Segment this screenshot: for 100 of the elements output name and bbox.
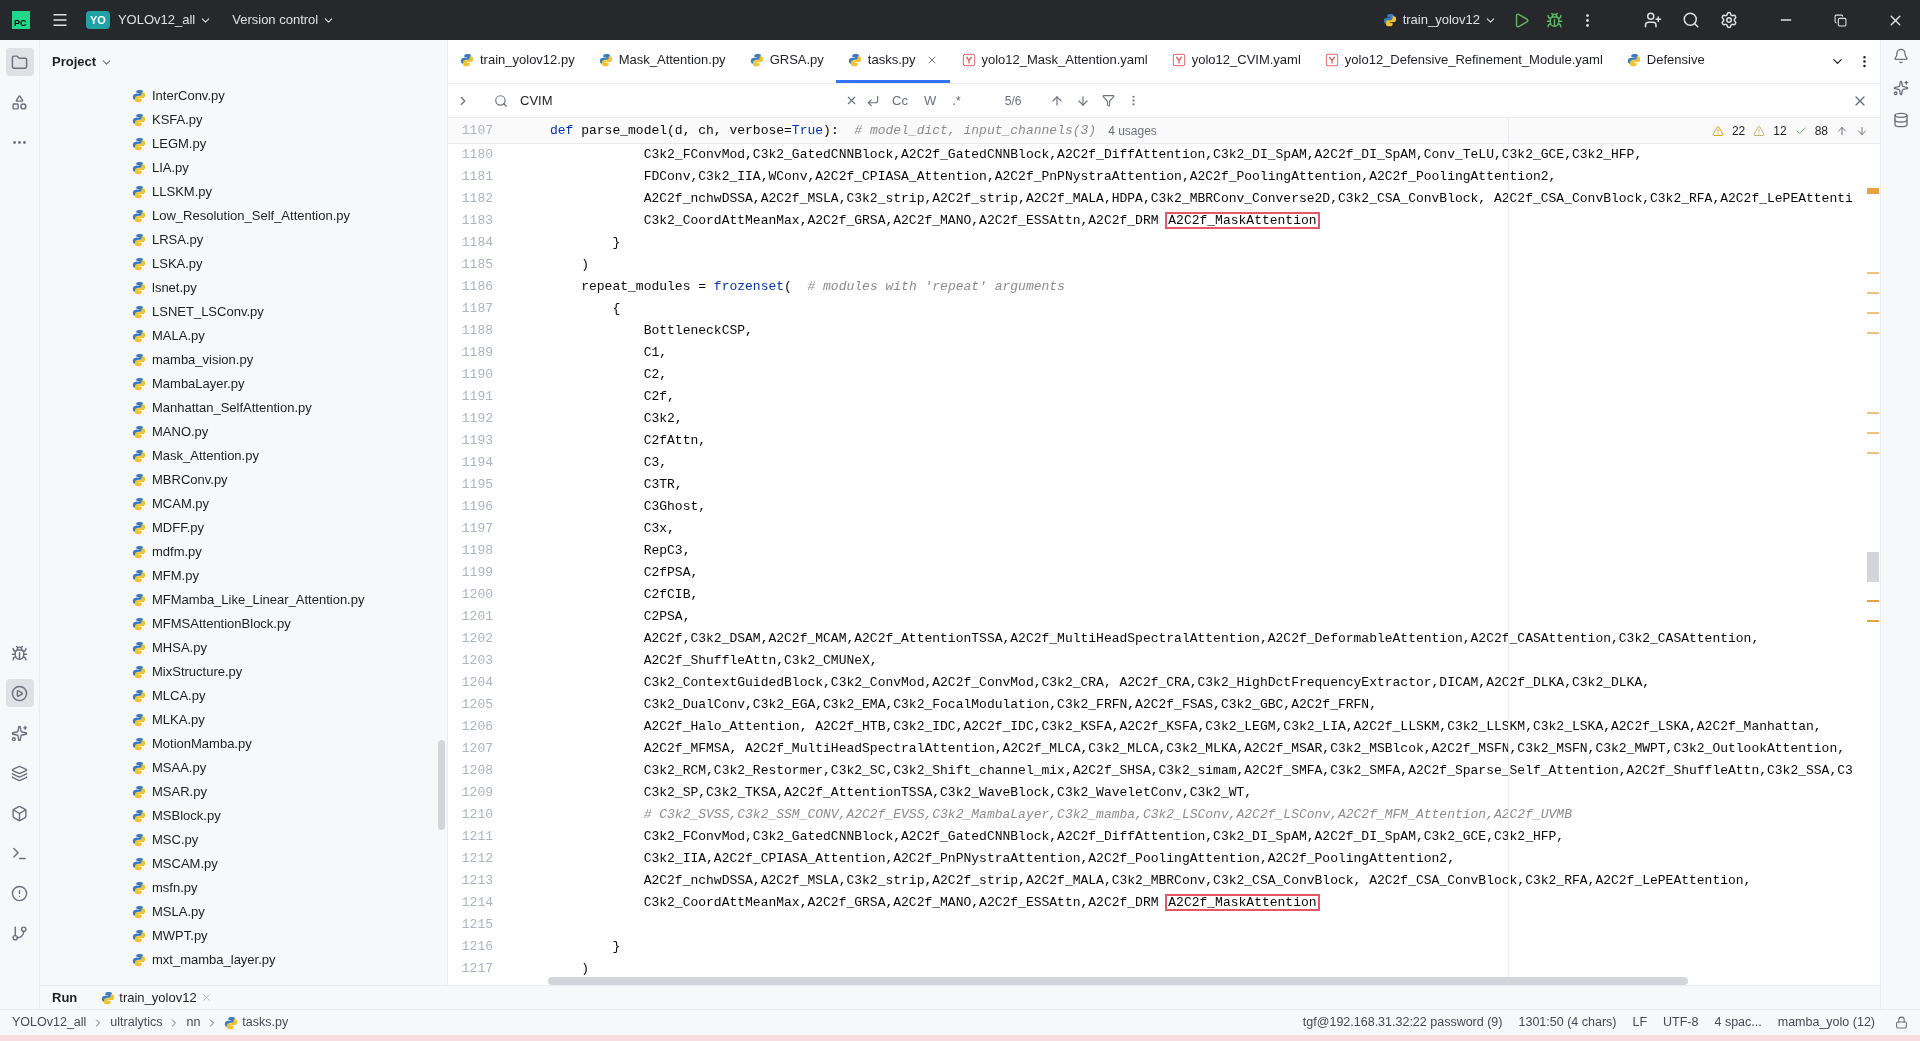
warning-marker[interactable] <box>1867 272 1879 274</box>
restore-icon[interactable] <box>1834 13 1847 27</box>
warning-marker[interactable] <box>1867 292 1879 294</box>
file-tree-item[interactable]: LIA.py <box>40 156 447 180</box>
file-tree-item[interactable]: Low_Resolution_Self_Attention.py <box>40 204 447 228</box>
inspection-count[interactable]: 12 <box>1773 121 1787 140</box>
run-icon[interactable] <box>1513 11 1530 29</box>
ai-assistant-icon[interactable] <box>1892 80 1909 96</box>
file-tree-item[interactable]: MHSA.py <box>40 636 447 660</box>
breadcrumb[interactable]: nn <box>186 1013 201 1032</box>
line-number: 1203 <box>460 652 493 671</box>
warning-marker[interactable] <box>1867 412 1879 414</box>
python-file-icon <box>132 401 146 415</box>
file-tree-item[interactable]: MSBlock.py <box>40 804 447 828</box>
status-item[interactable]: LF <box>1624 1013 1656 1032</box>
file-tree-item[interactable]: MFMSAttentionBlock.py <box>40 612 447 636</box>
editor-tab[interactable]: yolo12_Defensive_Refinement_Module.yaml <box>1312 40 1615 83</box>
project-switcher[interactable]: YOLOv12_all <box>117 10 196 30</box>
code-text: A2C2f_Halo_Attention, A2C2f_HTB,C3k2_IDC,A2C2f_IDC,C3k2_KSFA,A2C2f_KSFA,C3k2_LEGM,C3k2_LIA,A2C2f_LLSKM,C3k2_LLSKM,C3k2_LSKA,A2C2f_LSKA,A2C2f_Manhattan, <box>643 719 1822 735</box>
file-tree-item[interactable]: mxt_mamba_layer.py <box>40 948 447 972</box>
file-tree-item[interactable]: InterConv.py <box>40 84 447 108</box>
file-tree-item[interactable]: LSKA.py <box>40 252 447 276</box>
file-tree-item[interactable]: MSAA.py <box>40 756 447 780</box>
status-item[interactable]: mamba_yolo (12) <box>1769 1013 1883 1032</box>
search-field[interactable]: CVIM <box>520 90 845 111</box>
search-option[interactable]: Cc <box>888 90 912 111</box>
file-tree-item[interactable]: MLKA.py <box>40 708 447 732</box>
warning-marker[interactable] <box>1867 188 1879 194</box>
inspection-count[interactable]: 88 <box>1814 121 1828 140</box>
scrollbar-thumb[interactable] <box>1867 552 1879 582</box>
file-tree-item[interactable]: LEGM.py <box>40 132 447 156</box>
file-tree-item[interactable]: MFMamba_Like_Linear_Attention.py <box>40 588 447 612</box>
editor-tab[interactable]: GRSA.py <box>737 40 836 83</box>
bug-icon[interactable] <box>1546 11 1563 29</box>
panel-title-selector[interactable]: Project <box>52 52 97 72</box>
file-tree-item[interactable]: MDFF.py <box>40 516 447 540</box>
file-tree-item[interactable]: MANO.py <box>40 420 447 444</box>
file-tree-item[interactable]: Mask_Attention.py <box>40 444 447 468</box>
file-tree-item[interactable]: mdfm.py <box>40 540 447 564</box>
file-tree-item[interactable]: LSNET_LSConv.py <box>40 300 447 324</box>
warning-marker[interactable] <box>1867 600 1879 602</box>
file-tree-item[interactable]: msfn.py <box>40 876 447 900</box>
python-file-icon <box>847 53 862 67</box>
search-icon[interactable] <box>1682 11 1700 29</box>
file-tree-item[interactable]: MSC.py <box>40 828 447 852</box>
file-tree-item[interactable]: MCAM.py <box>40 492 447 516</box>
warning-marker[interactable] <box>1867 620 1879 622</box>
run-icon[interactable] <box>5 679 34 707</box>
breadcrumb[interactable]: tasks.py <box>242 1013 289 1032</box>
warning-marker[interactable] <box>1867 312 1879 314</box>
search-option[interactable]: .* <box>948 90 965 111</box>
inspection-count[interactable]: 22 <box>1731 121 1746 140</box>
file-tree-item[interactable]: LLSKM.py <box>40 180 447 204</box>
editor-tab[interactable]: Mask_Attention.py <box>586 40 738 83</box>
file-tree-item[interactable]: MSCAM.py <box>40 852 447 876</box>
project-folder-icon[interactable] <box>5 48 34 76</box>
file-tree-item[interactable]: MambaLayer.py <box>40 372 447 396</box>
settings-icon[interactable] <box>1720 11 1738 29</box>
add-user-icon[interactable] <box>1644 11 1662 29</box>
database-icon[interactable] <box>1892 112 1909 128</box>
file-tree-item[interactable]: MSAR.py <box>40 780 447 804</box>
python-file-icon <box>132 257 146 271</box>
editor-tab[interactable]: yolo12_Mask_Attention.yaml <box>949 40 1160 83</box>
notifications-icon[interactable] <box>1892 48 1909 64</box>
status-item[interactable]: 1301:50 (4 chars) <box>1510 1013 1625 1032</box>
editor-tab[interactable]: Defensive <box>1614 40 1717 83</box>
status-item[interactable]: tgf@192.168.31.32:22 password (9) <box>1294 1013 1511 1032</box>
search-option[interactable]: W <box>919 90 941 111</box>
file-tree-item[interactable]: LRSA.py <box>40 228 447 252</box>
run-tab[interactable]: train_yolov12 <box>119 987 197 1008</box>
file-tree-item[interactable]: MBRConv.py <box>40 468 447 492</box>
editor-tab[interactable]: tasks.py <box>835 40 950 83</box>
breadcrumb[interactable]: YOLOv12_all <box>12 1013 87 1032</box>
status-item[interactable]: 4 spac... <box>1706 1013 1770 1032</box>
python-file-icon <box>132 209 146 223</box>
file-tree-item[interactable]: MALA.py <box>40 324 447 348</box>
warning-marker[interactable] <box>1867 332 1879 334</box>
file-tree-item[interactable]: Manhattan_SelfAttention.py <box>40 396 447 420</box>
search-icon <box>494 93 508 108</box>
status-item[interactable]: UTF-8 <box>1655 1013 1707 1032</box>
file-tree-item[interactable]: MSLA.py <box>40 900 447 924</box>
file-tree-item[interactable]: MotionMamba.py <box>40 732 447 756</box>
line-number: 1191 <box>460 388 493 407</box>
python-file-icon <box>132 689 146 703</box>
breadcrumb[interactable]: ultralytics <box>110 1013 163 1032</box>
warning-marker[interactable] <box>1867 432 1879 434</box>
warning-marker[interactable] <box>1867 452 1879 454</box>
file-tree-item[interactable]: MFM.py <box>40 564 447 588</box>
file-tree-item[interactable]: KSFA.py <box>40 108 447 132</box>
file-tree-item[interactable]: MLCA.py <box>40 684 447 708</box>
run-config-selector[interactable]: train_yolov12 <box>1402 10 1480 30</box>
editor-tab[interactable]: train_yolov12.py <box>448 40 587 83</box>
file-tree-item[interactable]: MWPT.py <box>40 924 447 948</box>
file-tree-item[interactable]: mamba_vision.py <box>40 348 447 372</box>
file-tree-item[interactable]: MixStructure.py <box>40 660 447 684</box>
python-file-icon <box>132 785 146 799</box>
editor-tab[interactable]: yolo12_CVIM.yaml <box>1159 40 1313 83</box>
file-tree-item[interactable]: lsnet.py <box>40 276 447 300</box>
vcs-menu[interactable]: Version control <box>232 10 319 30</box>
code-text: A2C2f_MFMSA, A2C2f_MultiHeadSpectralAttention,A2C2f_MLCA,C3k2_MLCA,C3k2_MLKA,A2C2f_MSAR,C3k2_MSBlcok,A2C2f_MSFN,C3k2_MSFN,C3k2_MWPT,C3k2_OutlookAttention, <box>643 741 1846 757</box>
